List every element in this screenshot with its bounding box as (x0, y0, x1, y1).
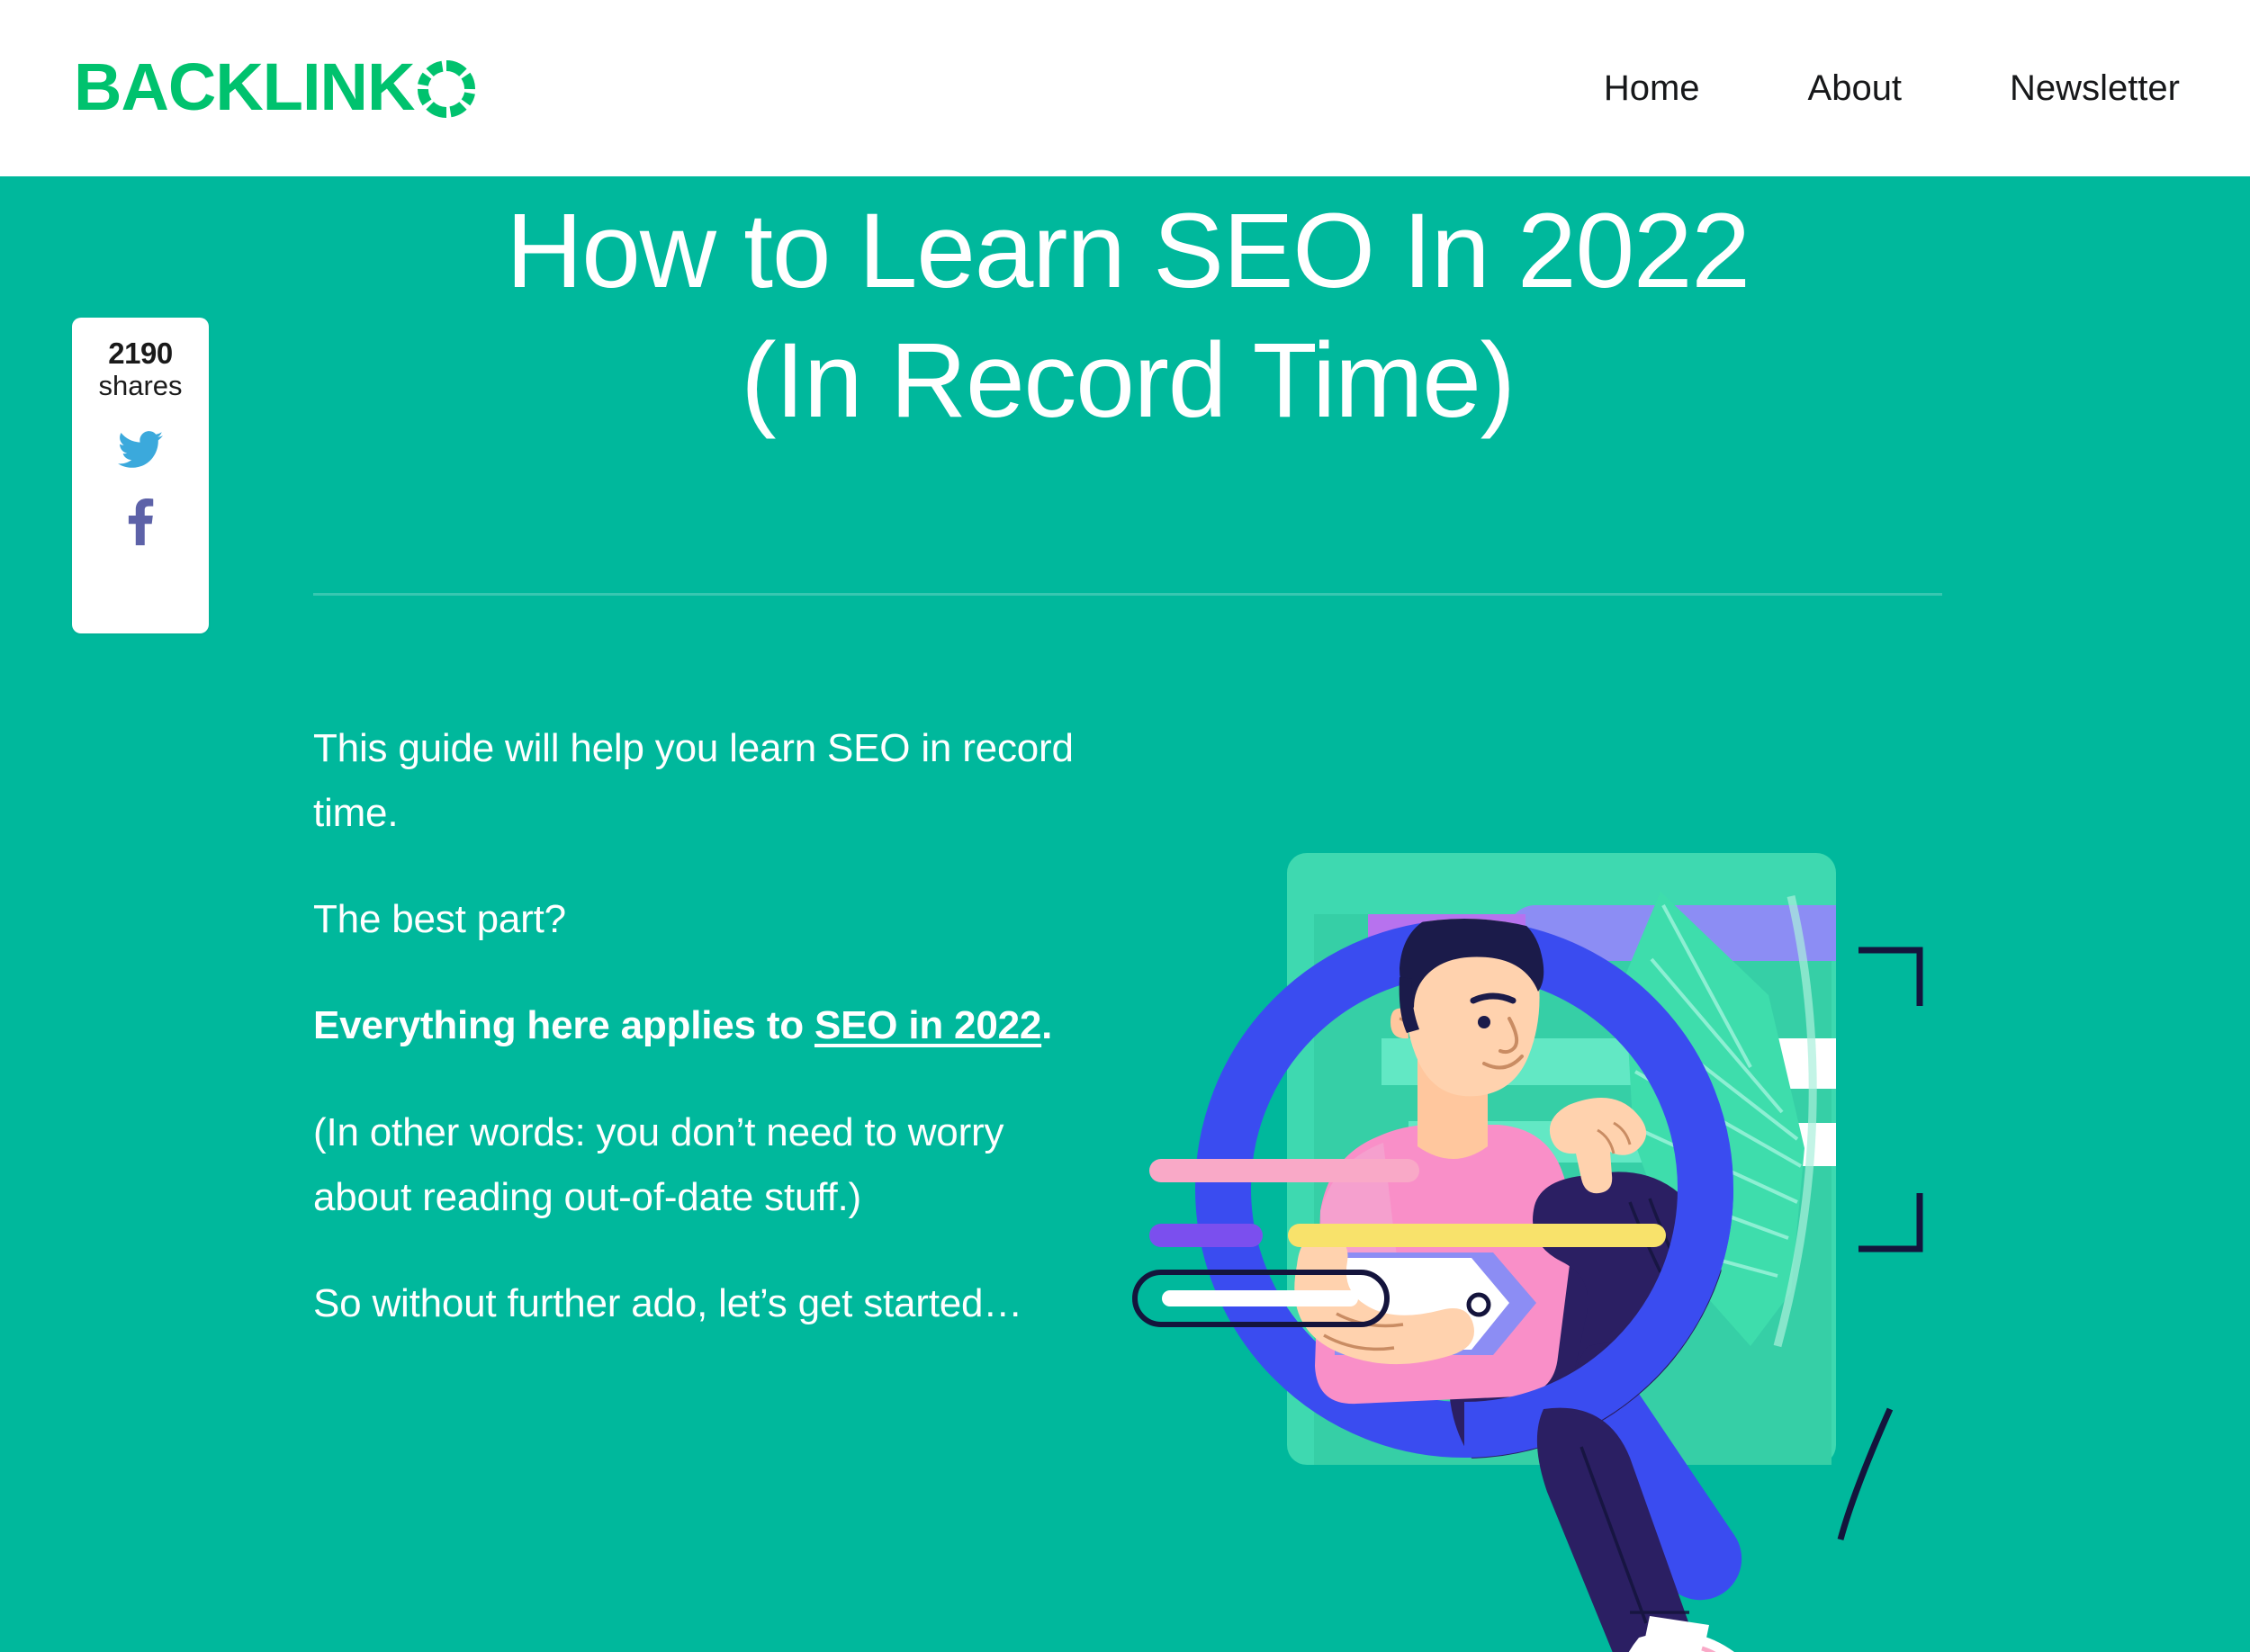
hero-section: 2190 shares How to Learn SEO In 2022 (In… (0, 176, 2250, 1652)
twitter-bird-icon (118, 430, 163, 469)
page-title: How to Learn SEO In 2022 (In Record Time… (313, 176, 1942, 446)
facebook-f-icon (127, 498, 154, 545)
logo-wordmark: BACKLINK (74, 49, 415, 124)
nav-item-about[interactable]: About (1754, 0, 1957, 176)
site-logo[interactable]: BACKLINK (74, 49, 476, 124)
share-count: 2190 (108, 337, 173, 370)
illustration-corner-brackets (1858, 947, 1923, 1252)
intro-paragraph-3-post: . (1041, 1003, 1053, 1048)
share-twitter-button[interactable] (111, 426, 170, 474)
illustration-curve-line (1837, 1407, 1894, 1540)
nav-item-newsletter[interactable]: Newsletter (1956, 0, 2180, 176)
intro-paragraph-2: The best part? (313, 897, 566, 942)
share-label: shares (98, 369, 183, 401)
hero-intro-copy: This guide will help you learn SEO in re… (313, 716, 1105, 1336)
share-facebook-button[interactable] (111, 498, 170, 546)
intro-paragraph-4: (In other words: you don’t need to worry… (313, 1109, 1004, 1219)
nav-item-home[interactable]: Home (1550, 0, 1754, 176)
intro-paragraph-3: Everything here applies to SEO in 2022. (313, 993, 1105, 1058)
hero-illustration (1120, 842, 2020, 1652)
main-nav: Home About Newsletter (1550, 0, 2180, 176)
intro-paragraph-3-pre: Everything here applies to (313, 1003, 814, 1048)
intro-paragraph-5: So without further ado, let’s get starte… (313, 1280, 1023, 1325)
social-share-card: 2190 shares (72, 318, 209, 633)
intro-paragraph-1: This guide will help you learn SEO in re… (313, 726, 1074, 836)
seo-2022-link[interactable]: SEO in 2022 (814, 1003, 1041, 1047)
title-divider (313, 593, 1942, 596)
page-title-line-2: (In Record Time) (741, 320, 1516, 440)
page-title-line-1: How to Learn SEO In 2022 (506, 192, 1750, 310)
site-header: BACKLINK Home About Newsletter (0, 0, 2250, 176)
segmented-circle-o-icon (418, 59, 476, 118)
